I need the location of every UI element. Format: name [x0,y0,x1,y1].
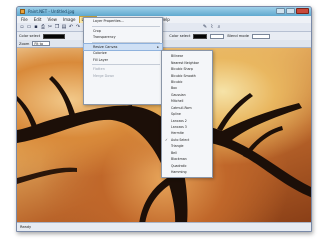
submenu-item[interactable]: Hamming [162,169,212,175]
status-bar: Ready [17,222,311,231]
cut-icon[interactable]: ✂ [47,24,53,30]
undo-icon[interactable]: ↶ [68,24,74,30]
window-title: Paint.NET - Untitled.jpg [28,9,75,14]
paste-icon[interactable]: ▤ [61,24,67,30]
zoom-icon[interactable]: ⌕ [216,24,222,30]
minimize-button[interactable] [276,8,285,14]
blend-mode-label: Blend mode [227,34,249,38]
print-icon[interactable]: ⎙ [40,24,46,30]
submenu-arrow-icon: ▸ [157,44,159,49]
resample-submenu: Bilinear Nearest Neighbor Bicubic Sharp … [161,50,213,178]
maximize-button[interactable] [286,8,295,14]
blend-mode-select[interactable] [251,33,270,39]
menu-separator [92,64,160,65]
copy-icon[interactable]: ❐ [54,24,60,30]
options-toolbar: Color select Color select Blend mode [17,32,311,40]
brush-icon[interactable]: ⌇ [209,24,215,30]
menu-option-merge-down[interactable]: Merge Down [84,73,162,80]
primary-color-swatch[interactable] [43,33,66,39]
title-bar[interactable]: Paint.NET - Untitled.jpg [17,7,311,16]
menu-edit[interactable]: Edit [33,17,43,23]
menu-view[interactable]: View [46,17,58,23]
menu-bar: File Edit View Image Layers Adjust Effec… [17,15,311,24]
pencil-icon[interactable]: ✎ [202,24,208,30]
app-icon [20,9,25,14]
window-controls [276,8,309,14]
menu-file[interactable]: File [20,17,29,23]
primary-color-label: Color select [19,34,41,38]
menu-option-layer-properties[interactable]: Layer Properties... [84,18,162,25]
open-icon[interactable]: ▭ [26,24,32,30]
menu-option-fill-layer[interactable]: Fill Layer [84,57,162,64]
menu-option-transparency[interactable]: Transparency [84,34,162,41]
view-toolbar: Zoom Fit to [17,40,311,48]
secondary-color-label: Color select [169,34,191,38]
zoom-input[interactable]: Fit to [32,41,51,46]
menu-separator [92,41,160,43]
secondary-color-swatch[interactable] [193,33,208,39]
menu-separator [92,25,160,27]
redo-icon[interactable]: ↷ [75,24,81,30]
zoom-label: Zoom [19,41,30,46]
menu-image[interactable]: Image [62,17,77,23]
checkmark-icon: ✓ [165,137,168,142]
save-icon[interactable]: ▪ [33,24,39,30]
main-toolbar: ▫ ▭ ▪ ⎙ ✂ ❐ ▤ ↶ ↷ ✎ ⌇ ⌕ [17,23,311,32]
tertiary-color-swatch[interactable] [210,33,225,39]
new-icon[interactable]: ▫ [19,24,25,30]
close-button[interactable] [296,8,309,14]
layers-dropdown-menu: Layer Properties... Crop Transparency Re… [83,17,163,105]
status-text: Ready [20,225,32,229]
